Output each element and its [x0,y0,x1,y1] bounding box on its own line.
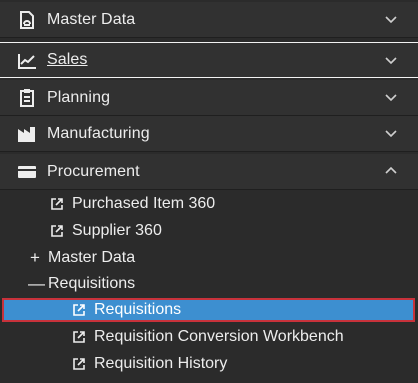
section-label: Manufacturing [47,124,150,142]
menu-group-master-data[interactable]: + Master Data [28,246,135,270]
menu-item-label: Purchased Item 360 [72,195,216,212]
menu-item-label: Requisition History [94,355,228,372]
section-planning[interactable]: Planning [0,80,418,116]
menu-item-requisition-history[interactable]: Requisition History [72,352,227,376]
section-label: Master Data [47,10,136,28]
section-manufacturing[interactable]: Manufacturing [0,116,418,152]
section-label: Planning [47,88,111,106]
menu-item-purchased-item-360[interactable]: Purchased Item 360 [50,192,215,216]
external-link-icon [51,198,63,210]
collapse-icon: — [28,274,45,293]
menu-item-requisition-conversion-workbench[interactable]: Requisition Conversion Workbench [72,325,344,349]
external-link-icon [51,225,63,237]
external-link-icon [73,358,85,370]
section-procurement[interactable]: Procurement [0,154,418,190]
external-link-icon [73,331,85,343]
section-label: Sales [47,51,88,68]
section-label: Procurement [47,162,140,180]
document-icon [16,10,38,30]
card-icon [16,162,38,182]
external-link-icon [73,304,85,316]
menu-group-label: Requisitions [48,275,136,292]
factory-icon [16,124,38,144]
menu-item-label: Supplier 360 [72,222,162,239]
section-master-data[interactable]: Master Data [0,2,418,38]
chevron-down-icon [385,94,397,102]
chevron-down-icon [385,130,397,138]
chevron-down-icon [385,16,397,24]
menu-group-requisitions[interactable]: — Requisitions [28,272,135,296]
chevron-up-icon [385,166,397,174]
clipboard-icon [16,88,38,108]
menu-item-supplier-360[interactable]: Supplier 360 [50,219,162,243]
line-chart-icon [16,51,38,71]
menu-item-requisitions-selected[interactable] [2,298,415,322]
menu-item-label: Requisitions [94,301,182,318]
section-sales[interactable]: Sales [0,42,418,78]
navigation-menu: Master Data Sales Planning Manufacturing… [0,0,418,383]
expand-icon: + [30,248,40,267]
menu-item-label: Requisition Conversion Workbench [94,328,344,345]
menu-item-requisitions[interactable]: Requisitions [72,298,181,322]
menu-group-label: Master Data [48,249,136,266]
chevron-down-icon [385,57,397,65]
